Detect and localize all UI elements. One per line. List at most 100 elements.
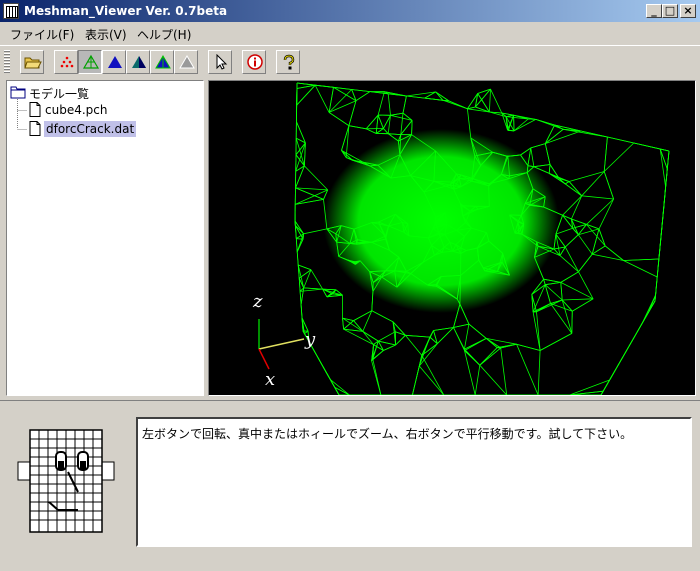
mesh-edge	[464, 349, 479, 365]
mesh-edge	[344, 329, 374, 344]
mesh-edge	[571, 196, 581, 219]
tree-item-label: cube4.pch	[45, 103, 107, 117]
mesh-edge	[295, 190, 328, 205]
app-icon	[3, 3, 19, 19]
gray-view-button[interactable]	[174, 50, 198, 74]
menu-file[interactable]: ファイル(F)	[10, 26, 74, 43]
mesh-edge	[383, 129, 388, 134]
mesh-edge	[624, 261, 658, 278]
mesh-edge	[363, 331, 374, 344]
mesh-canvas[interactable]: z y x	[209, 81, 695, 395]
menu-view[interactable]: 表示(V)	[85, 26, 127, 43]
mesh-edge	[352, 90, 370, 92]
maximize-button[interactable]: □	[662, 4, 678, 18]
mesh-edge	[544, 279, 546, 285]
mesh-edge	[315, 85, 329, 112]
mesh-edge	[565, 182, 569, 184]
mesh-edge	[563, 196, 582, 215]
message-area[interactable]: 左ボタンで回転、真中またはホィールでズーム、右ボタンで平行移動です。試して下さい…	[136, 417, 692, 547]
solid-view-button[interactable]	[102, 50, 126, 74]
toolbar-grip[interactable]	[4, 49, 10, 73]
menu-help[interactable]: ヘルプ(H)	[137, 26, 191, 43]
mesh-edge	[297, 83, 315, 85]
mesh-edge	[517, 344, 541, 350]
mesh-edge	[419, 366, 444, 395]
y-axis-label: y	[304, 329, 316, 350]
mesh-edge	[422, 331, 434, 356]
mesh-edge	[405, 335, 430, 337]
points-view-button[interactable]	[54, 50, 78, 74]
mesh-edge	[376, 129, 383, 134]
mesh-edge	[376, 115, 378, 133]
mesh-edge	[465, 351, 476, 395]
mesh-edge	[592, 254, 623, 260]
mesh-edge	[501, 348, 507, 395]
mesh-edge	[454, 324, 469, 327]
mesh-edge	[329, 112, 349, 125]
mesh-edge	[562, 299, 593, 300]
shaded-edges-view-button[interactable]	[150, 50, 174, 74]
mesh-edge	[569, 182, 582, 196]
mesh-edge	[363, 331, 379, 341]
x-axis-line	[259, 349, 269, 369]
mesh-edge	[391, 113, 404, 115]
info-button[interactable]	[242, 50, 266, 74]
mesh-edge	[578, 235, 592, 255]
mesh-edge	[366, 115, 378, 129]
select-cursor-button[interactable]	[208, 50, 232, 74]
minimize-button[interactable]: _	[646, 4, 662, 18]
mesh-edge	[329, 101, 356, 113]
mesh-edge	[572, 299, 593, 311]
mesh-edge	[401, 113, 403, 135]
mesh-edge	[599, 229, 605, 246]
mesh-edge	[296, 89, 297, 122]
mesh-edge	[405, 335, 421, 355]
mesh-edge	[560, 247, 565, 256]
mesh-edge	[378, 115, 383, 128]
mesh-edge	[349, 101, 356, 126]
gray-icon	[178, 54, 196, 70]
mesh-edge	[296, 239, 297, 252]
mesh-edge	[383, 345, 395, 351]
mesh-edge	[565, 184, 581, 196]
help-button[interactable]	[276, 50, 300, 74]
mesh-edge	[560, 256, 579, 272]
mesh-edge	[469, 324, 486, 338]
mesh-edge	[378, 341, 395, 345]
mesh-edge	[565, 247, 578, 272]
mesh-edge	[582, 172, 605, 196]
shaded-view-button[interactable]	[126, 50, 150, 74]
mesh-edge	[303, 234, 304, 239]
mesh-edge	[634, 143, 669, 151]
mesh-edge	[343, 318, 344, 329]
mesh-edge	[514, 119, 536, 130]
close-button[interactable]: ×	[680, 4, 696, 18]
x-axis-label: x	[265, 369, 275, 390]
mesh-edge	[604, 143, 634, 172]
window-title: Meshman_Viewer Ver. 0.7beta	[24, 4, 227, 18]
mesh-viewport[interactable]: z y x	[208, 80, 696, 396]
mesh-edge	[549, 165, 550, 174]
help-icon	[280, 54, 298, 70]
mesh-edge	[330, 380, 349, 395]
mesh-edge	[403, 96, 406, 113]
file-icon	[29, 102, 41, 117]
mesh-edge	[422, 355, 444, 395]
open-folder-button[interactable]	[20, 50, 44, 74]
mesh-edge	[373, 359, 381, 395]
mesh-edge	[540, 333, 572, 350]
mesh-edge	[396, 335, 406, 345]
mesh-edge	[569, 172, 604, 182]
z-axis-label: z	[252, 291, 263, 312]
mesh-edge	[366, 129, 376, 134]
mesh-edge	[587, 199, 614, 224]
solid-icon	[106, 54, 124, 70]
mesh-edge	[372, 311, 393, 322]
mesh-edge	[655, 277, 657, 301]
mesh-edge	[582, 196, 614, 199]
mesh-edge	[363, 311, 372, 332]
mesh-edge	[501, 344, 517, 348]
mesh-edge	[465, 338, 487, 350]
wireframe-view-button[interactable]	[78, 50, 102, 74]
mesh-edge	[604, 172, 613, 200]
